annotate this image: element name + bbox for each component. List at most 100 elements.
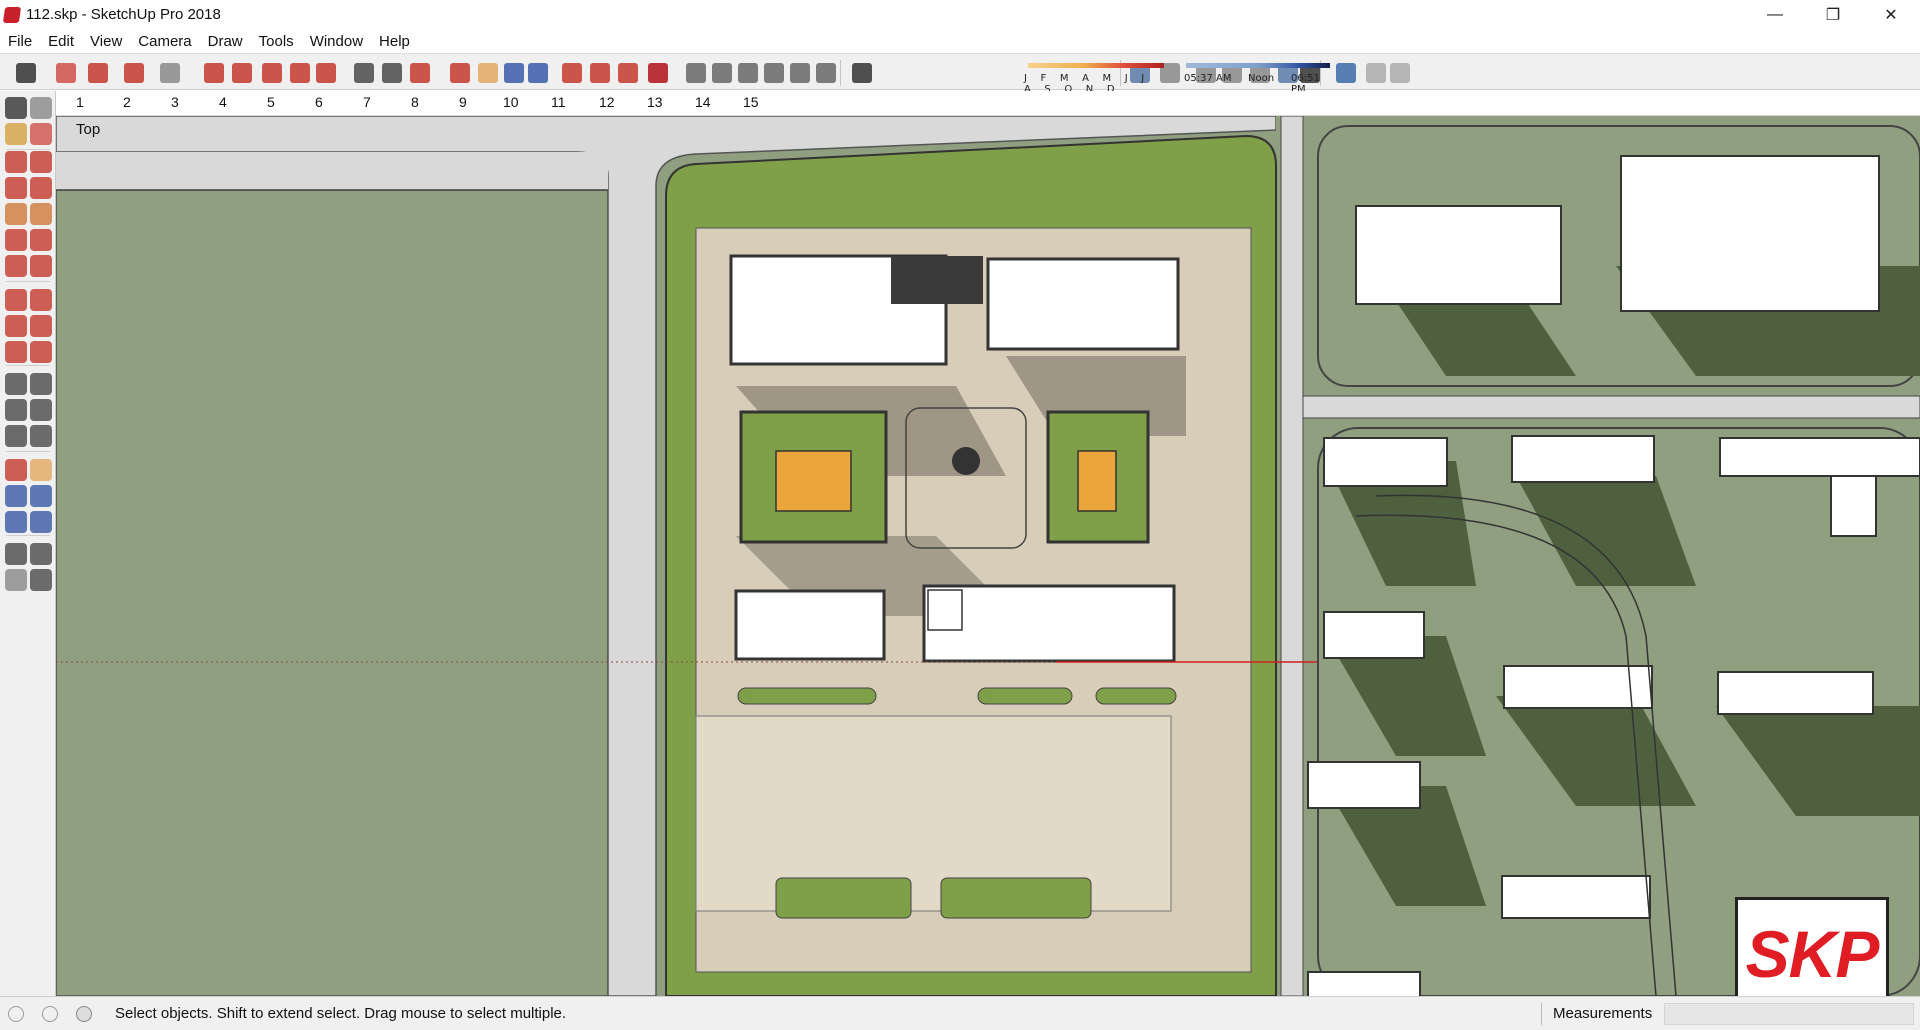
scene-tab-6[interactable]: 6 bbox=[315, 94, 323, 110]
user-account-icon[interactable] bbox=[76, 1006, 92, 1022]
push-pull-icon[interactable] bbox=[30, 289, 52, 311]
scene-tab-5[interactable]: 5 bbox=[267, 94, 275, 110]
site-plan-drawing[interactable] bbox=[56, 116, 1920, 996]
zoom-icon[interactable] bbox=[504, 63, 524, 83]
shape-icon[interactable] bbox=[160, 63, 180, 83]
scene-tab-15[interactable]: 15 bbox=[743, 94, 759, 110]
orbit-icon[interactable] bbox=[5, 459, 27, 481]
position-camera-icon[interactable] bbox=[5, 543, 27, 565]
eraser-icon[interactable] bbox=[56, 63, 76, 83]
geo-location-icon[interactable] bbox=[1336, 63, 1356, 83]
close-button[interactable]: ✕ bbox=[1862, 0, 1920, 29]
zoom-extents-icon[interactable] bbox=[528, 63, 548, 83]
pie-icon[interactable] bbox=[30, 229, 52, 251]
zoom-icon[interactable] bbox=[5, 485, 27, 507]
top-view-icon[interactable] bbox=[712, 63, 732, 83]
extension-warehouse-icon[interactable] bbox=[590, 63, 610, 83]
scene-tab-3[interactable]: 3 bbox=[171, 94, 179, 110]
text-icon[interactable] bbox=[382, 63, 402, 83]
shadow-date-bar[interactable] bbox=[1028, 63, 1164, 68]
shadow-date-slider[interactable]: J F M A M J J A S O N D bbox=[1024, 58, 1169, 95]
restore-button[interactable]: ❐ bbox=[1804, 0, 1862, 29]
walk-icon[interactable] bbox=[5, 569, 27, 591]
rotated-rectangle-icon[interactable] bbox=[30, 177, 52, 199]
2pt-arc-icon[interactable] bbox=[5, 255, 27, 277]
scale-icon[interactable] bbox=[316, 63, 336, 83]
shadow-time-slider[interactable]: 05:37 AM Noon 06:51 PM bbox=[1184, 58, 1332, 95]
component-icon[interactable] bbox=[30, 97, 52, 119]
photo-texture-icon[interactable] bbox=[1390, 63, 1410, 83]
menu-edit[interactable]: Edit bbox=[40, 33, 82, 50]
right-view-icon[interactable] bbox=[764, 63, 784, 83]
rotate-icon[interactable] bbox=[5, 315, 27, 337]
scene-tab-9[interactable]: 9 bbox=[459, 94, 467, 110]
arc-icon[interactable] bbox=[5, 229, 27, 251]
offset-icon[interactable] bbox=[30, 341, 52, 363]
rotate-icon[interactable] bbox=[290, 63, 310, 83]
menu-draw[interactable]: Draw bbox=[200, 33, 251, 50]
geo-location-status-icon[interactable] bbox=[8, 1006, 24, 1022]
pan-icon[interactable] bbox=[30, 459, 52, 481]
scene-tab-12[interactable]: 12 bbox=[599, 94, 615, 110]
line-icon[interactable] bbox=[5, 151, 27, 173]
pencil-icon[interactable] bbox=[88, 63, 108, 83]
axes-icon[interactable] bbox=[5, 425, 27, 447]
scene-tab-14[interactable]: 14 bbox=[695, 94, 711, 110]
tape-measure-icon[interactable] bbox=[5, 373, 27, 395]
follow-me-icon[interactable] bbox=[30, 315, 52, 337]
pan-icon[interactable] bbox=[478, 63, 498, 83]
push-pull-icon[interactable] bbox=[204, 63, 224, 83]
look-around-icon[interactable] bbox=[30, 543, 52, 565]
menu-camera[interactable]: Camera bbox=[130, 33, 199, 50]
front-view-icon[interactable] bbox=[738, 63, 758, 83]
select-icon[interactable] bbox=[5, 97, 27, 119]
credits-icon[interactable] bbox=[42, 1006, 58, 1022]
scene-tab-8[interactable]: 8 bbox=[411, 94, 419, 110]
text-icon[interactable] bbox=[30, 399, 52, 421]
shadow-time-bar[interactable] bbox=[1186, 63, 1330, 68]
scene-tab-11[interactable]: 11 bbox=[551, 94, 566, 110]
previous-view-icon[interactable] bbox=[30, 511, 52, 533]
left-view-icon[interactable] bbox=[816, 63, 836, 83]
dimension-icon[interactable] bbox=[30, 373, 52, 395]
measurements-input[interactable] bbox=[1664, 1003, 1914, 1025]
section-plane-icon[interactable] bbox=[30, 569, 52, 591]
shadow-toggle-icon[interactable] bbox=[852, 63, 872, 83]
paint-bucket-icon[interactable] bbox=[5, 123, 27, 145]
move-icon[interactable] bbox=[5, 289, 27, 311]
protractor-icon[interactable] bbox=[5, 399, 27, 421]
scene-tab-2[interactable]: 2 bbox=[123, 94, 131, 110]
tape-measure-icon[interactable] bbox=[354, 63, 374, 83]
scale-icon[interactable] bbox=[5, 341, 27, 363]
arc-icon[interactable] bbox=[124, 63, 144, 83]
minimize-button[interactable]: — bbox=[1746, 0, 1804, 29]
circle-icon[interactable] bbox=[5, 203, 27, 225]
menu-tools[interactable]: Tools bbox=[251, 33, 302, 50]
menu-view[interactable]: View bbox=[82, 33, 130, 50]
model-viewport[interactable] bbox=[56, 116, 1920, 996]
terrain-icon[interactable] bbox=[1366, 63, 1386, 83]
menu-file[interactable]: File bbox=[0, 33, 40, 50]
scene-tab-7[interactable]: 7 bbox=[363, 94, 371, 110]
rectangle-icon[interactable] bbox=[5, 177, 27, 199]
zoom-extents-icon[interactable] bbox=[5, 511, 27, 533]
scene-tab-1[interactable]: 1 bbox=[76, 94, 84, 110]
scene-tab-4[interactable]: 4 bbox=[219, 94, 227, 110]
orbit-icon[interactable] bbox=[450, 63, 470, 83]
follow-me-icon[interactable] bbox=[232, 63, 252, 83]
scene-tab-10[interactable]: 10 bbox=[503, 94, 519, 110]
iso-view-icon[interactable] bbox=[686, 63, 706, 83]
zoom-window-icon[interactable] bbox=[30, 485, 52, 507]
menu-window[interactable]: Window bbox=[302, 33, 371, 50]
warehouse-icon[interactable] bbox=[562, 63, 582, 83]
polygon-icon[interactable] bbox=[30, 203, 52, 225]
move-icon[interactable] bbox=[262, 63, 282, 83]
select-icon[interactable] bbox=[16, 63, 36, 83]
back-view-icon[interactable] bbox=[790, 63, 810, 83]
layout-icon[interactable] bbox=[618, 63, 638, 83]
scene-tab-13[interactable]: 13 bbox=[647, 94, 663, 110]
freehand-icon[interactable] bbox=[30, 151, 52, 173]
menu-help[interactable]: Help bbox=[371, 33, 418, 50]
ruby-icon[interactable] bbox=[648, 63, 668, 83]
paint-bucket-icon[interactable] bbox=[410, 63, 430, 83]
